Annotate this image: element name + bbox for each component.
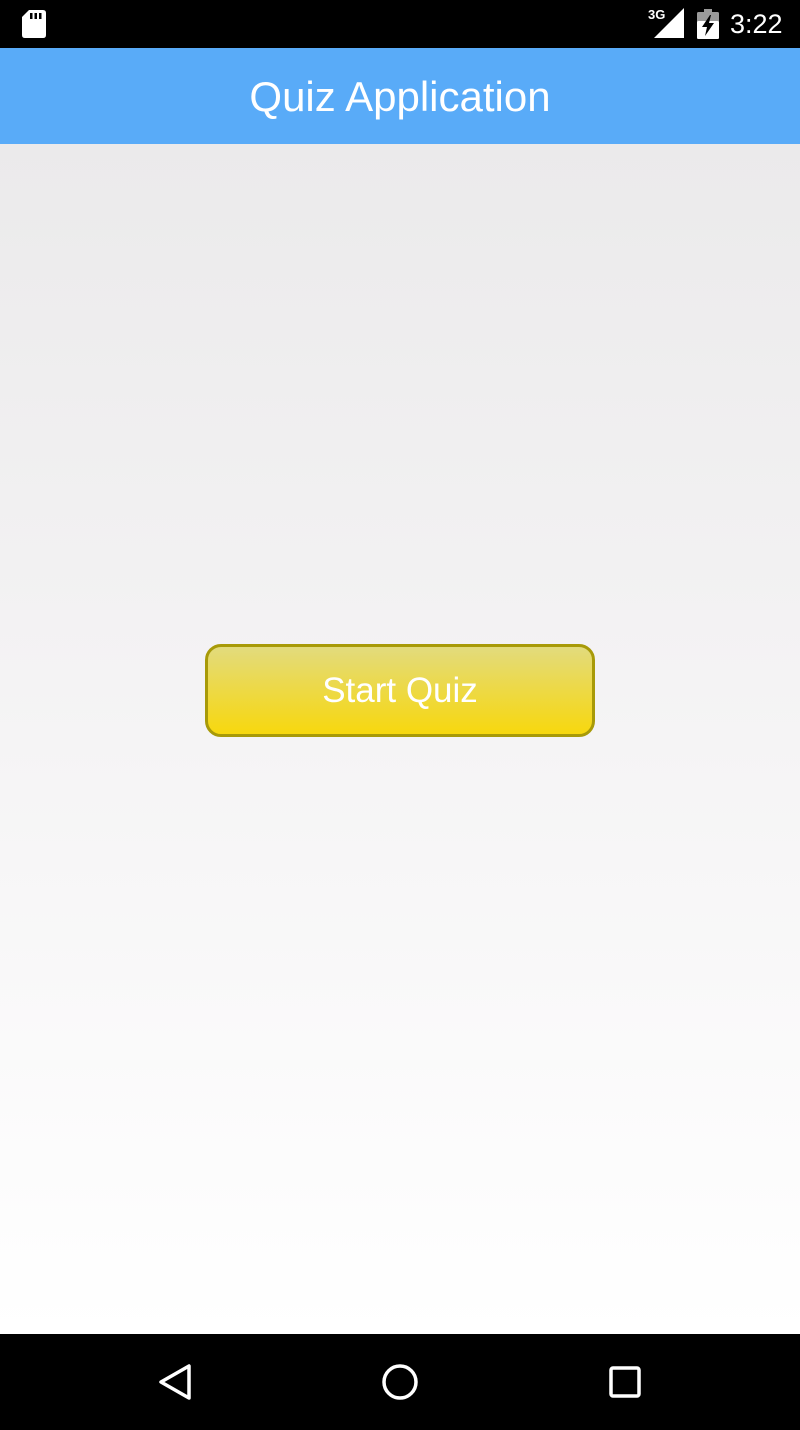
recents-icon[interactable] xyxy=(595,1352,655,1412)
navigation-bar xyxy=(0,1334,800,1430)
home-icon[interactable] xyxy=(370,1352,430,1412)
signal-icon xyxy=(654,8,684,38)
back-icon[interactable] xyxy=(145,1352,205,1412)
screen: 3G 3:22 Quiz Application Start Quiz xyxy=(0,0,800,1430)
clock: 3:22 xyxy=(730,9,783,39)
start-quiz-button[interactable]: Start Quiz xyxy=(205,644,595,737)
app-title: Quiz Application xyxy=(249,73,551,120)
sd-card-icon xyxy=(22,10,46,38)
status-bar: 3G 3:22 xyxy=(0,0,800,48)
app-bar: Quiz Application xyxy=(0,48,800,144)
battery-charging-icon xyxy=(697,9,719,39)
main-content: Start Quiz xyxy=(0,144,800,1334)
start-quiz-label: Start Quiz xyxy=(322,671,478,710)
